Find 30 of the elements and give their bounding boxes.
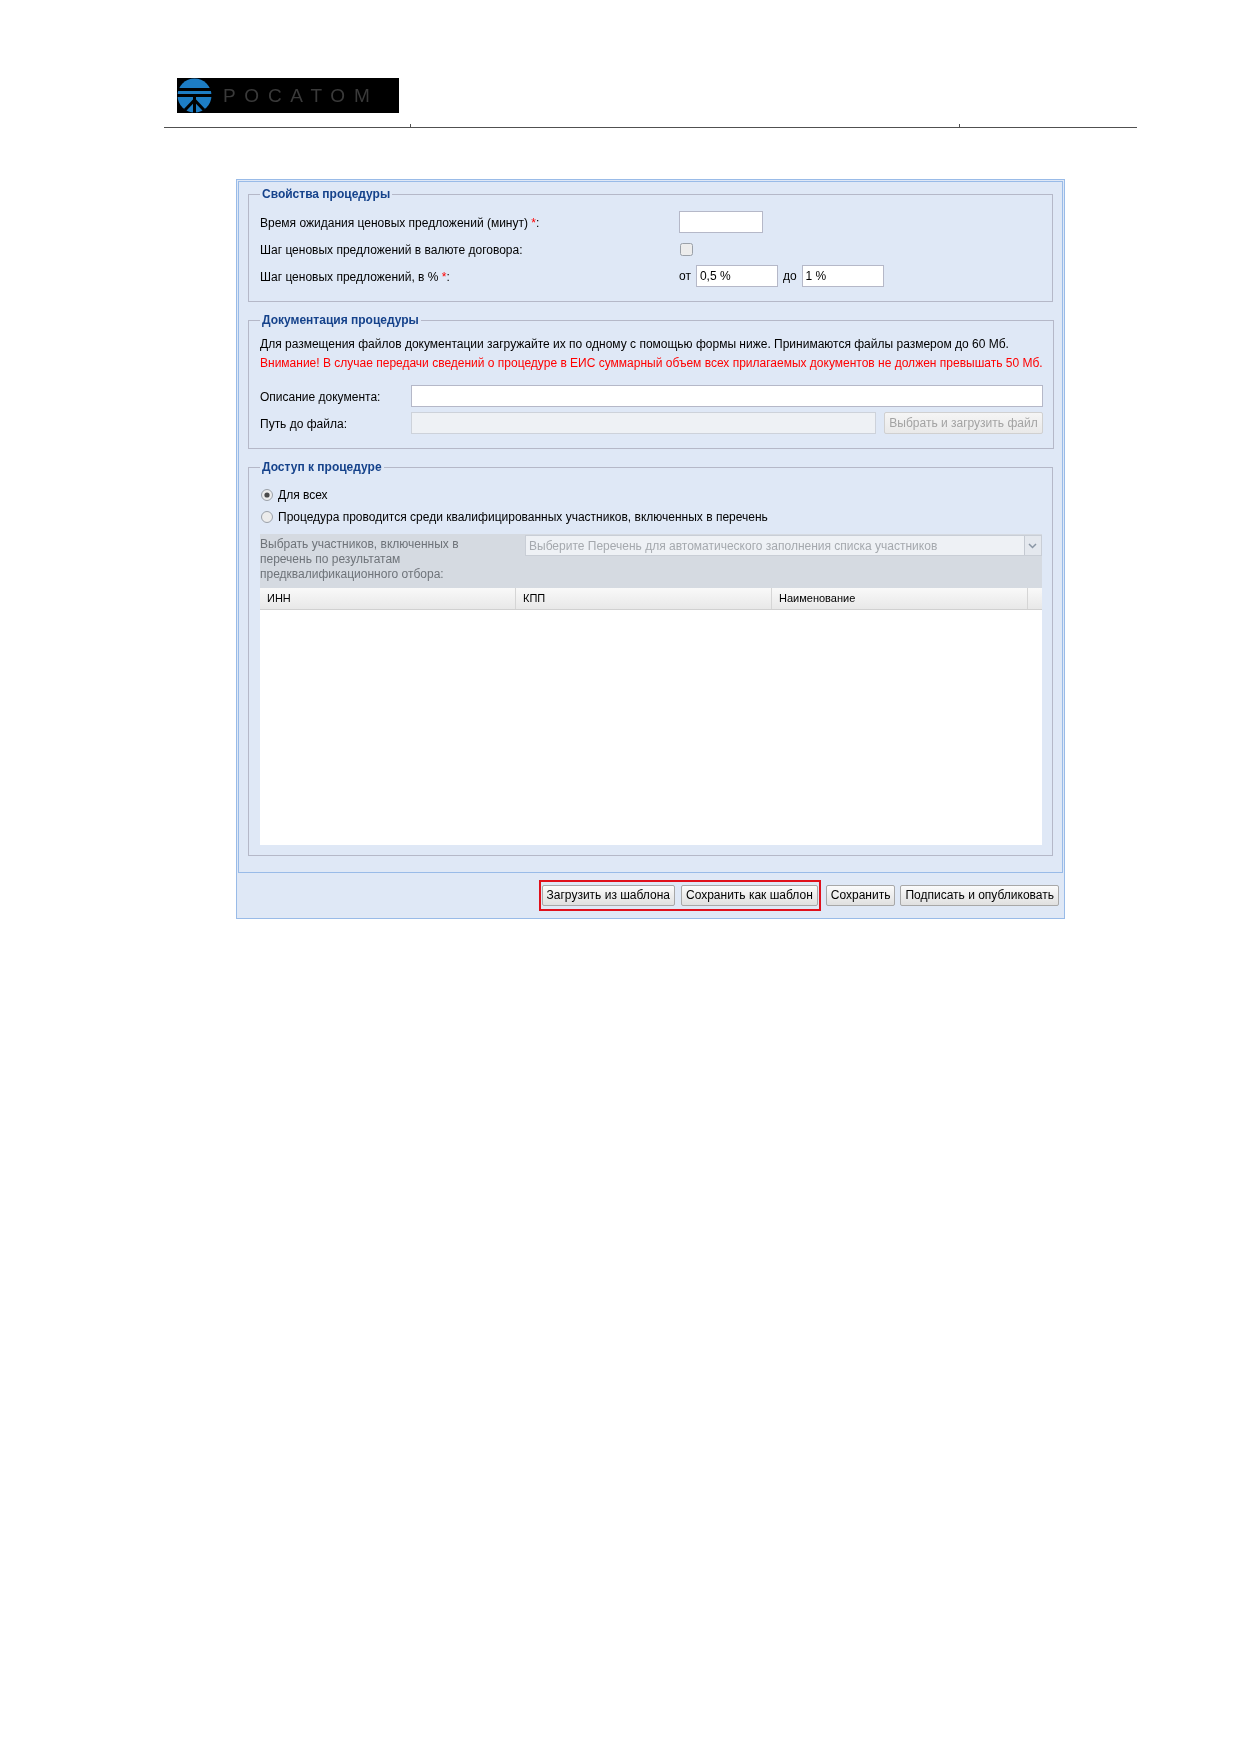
checkbox[interactable]: [680, 242, 693, 256]
button[interactable]: Сохранить как шаблон: [680, 884, 818, 906]
button[interactable]: Подписать и опубликовать: [900, 884, 1059, 906]
warning-text: Внимание! В случае передачи сведений о процедуре в ЕИС суммарный объем всех прилагаемых документов не должен превышать 50 Мб.: [260, 355, 1043, 372]
section-title: Доступ к процедуре: [261, 459, 383, 475]
radio-button[interactable]: [261, 511, 273, 523]
range-label: от: [679, 268, 691, 285]
field-label: Время ожидания ценовых предложений (минут) *:: [260, 216, 540, 230]
text-input[interactable]: [679, 211, 763, 233]
section-title: Документация процедуры: [261, 312, 420, 328]
section-title: Свойства процедуры: [261, 186, 392, 202]
radio-label[interactable]: Для всех: [278, 486, 328, 504]
field-label: Путь до файла:: [260, 416, 347, 431]
field-label: Шаг ценовых предложений, в % *:: [260, 270, 450, 284]
field-label: Описание документа:: [260, 389, 381, 404]
radio-label[interactable]: Процедура проводится среди квалифицированных участников, включенных в перечень: [278, 508, 768, 526]
field-label: Выбрать участников, включенных в перечень по результатам предквалификационного отбора:: [260, 537, 460, 582]
info-text: Для размещения файлов документации загружайте их по одному с помощью формы ниже. Принимаются файлы размером до 60 Мб.: [260, 336, 1010, 353]
button[interactable]: Сохранить: [825, 884, 896, 906]
column-header[interactable]: КПП: [516, 588, 772, 609]
field-label: Шаг ценовых предложений в валюте договора:: [260, 243, 523, 257]
column-header[interactable]: Наименование: [772, 588, 1028, 609]
text-input[interactable]: [411, 384, 1043, 407]
radio-button[interactable]: [261, 489, 273, 501]
range-label: до: [782, 268, 797, 285]
percent-input[interactable]: 0,5 %: [695, 265, 778, 287]
percent-input[interactable]: 1 %: [801, 265, 884, 287]
button[interactable]: Загрузить из шаблона: [541, 884, 675, 906]
logo-wordmark: РОСАТОМ: [223, 86, 379, 105]
column-header[interactable]: ИНН: [260, 588, 516, 609]
